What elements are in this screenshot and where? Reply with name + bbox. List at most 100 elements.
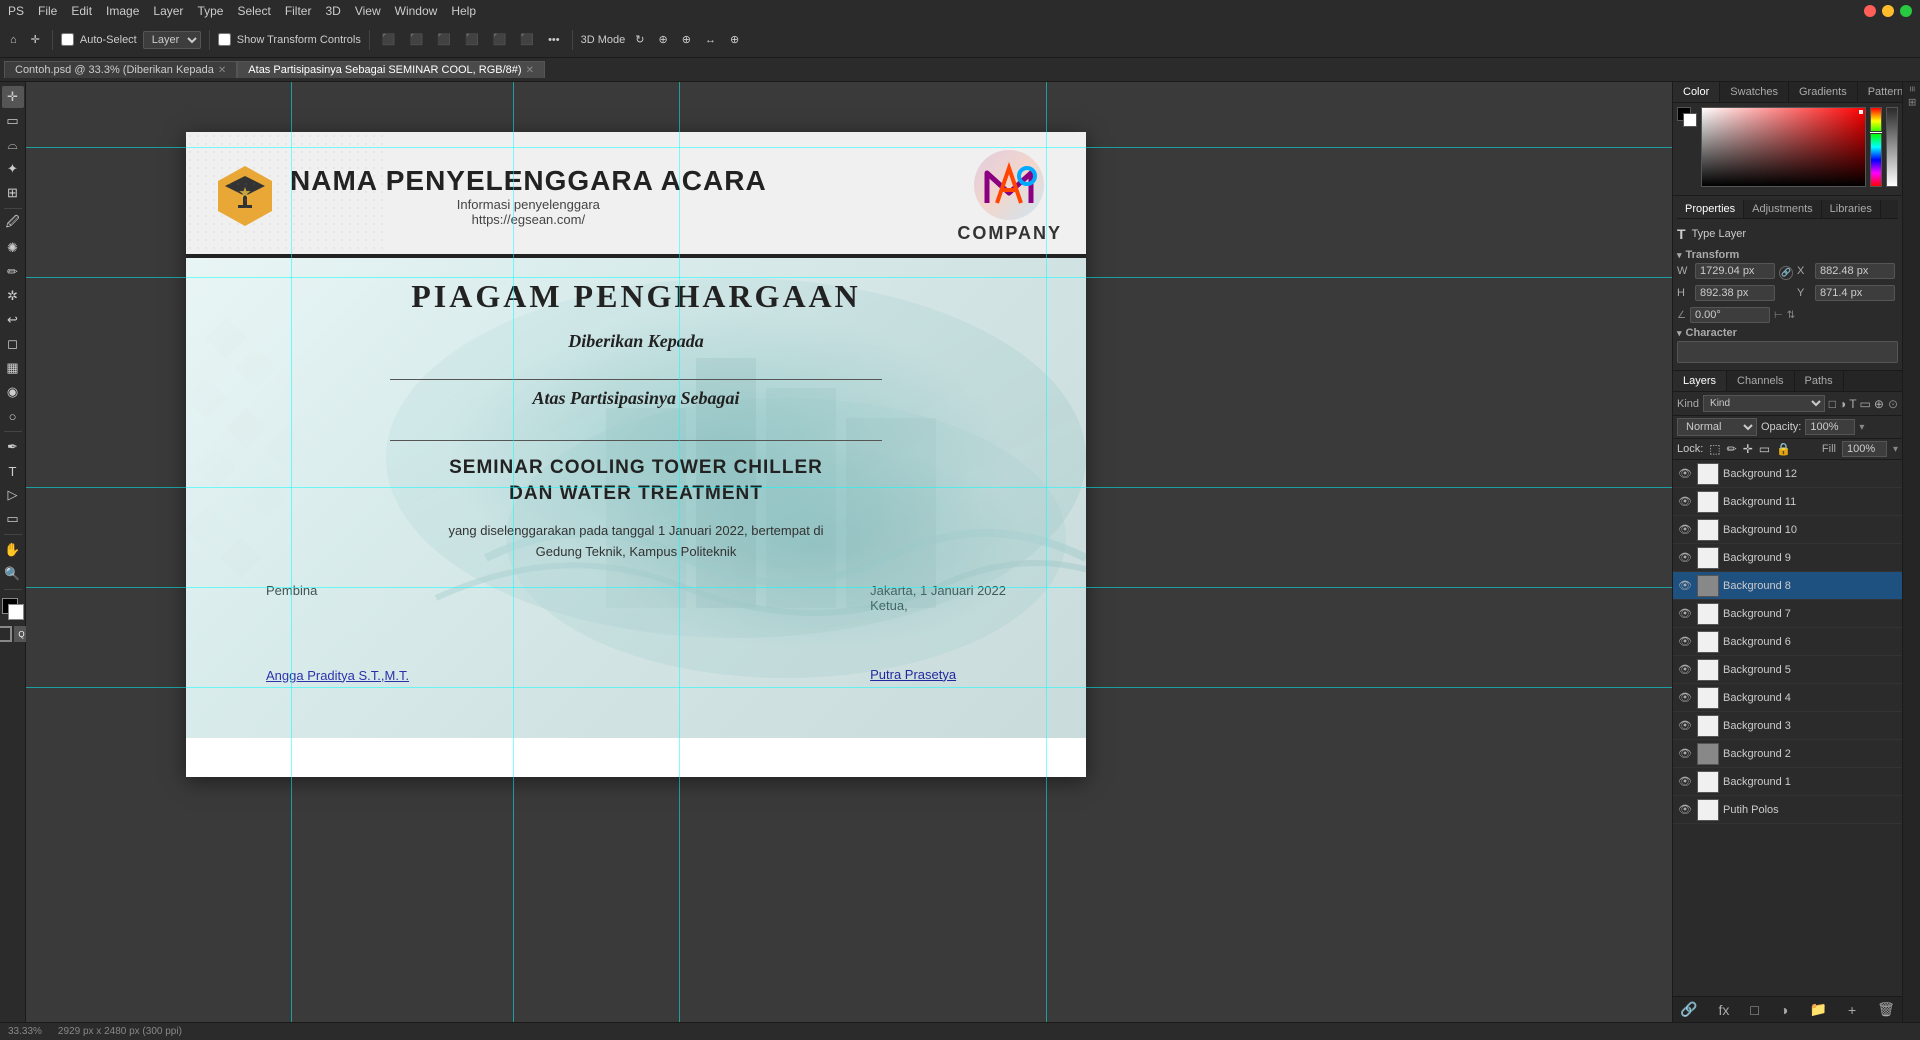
- canvas-area[interactable]: NAMA PENYELENGGARA ACARA Informasi penye…: [26, 82, 1672, 1022]
- layer-visibility-icon[interactable]: 👁: [1677, 494, 1693, 510]
- menu-select[interactable]: Select: [237, 4, 270, 18]
- history-btn[interactable]: ↩: [2, 309, 24, 331]
- lock-paint-icon[interactable]: ✏: [1727, 442, 1737, 456]
- lock-all-icon[interactable]: 🔒: [1776, 442, 1791, 456]
- layer-visibility-icon[interactable]: 👁: [1677, 606, 1693, 622]
- type-tool-btn[interactable]: T: [2, 460, 24, 482]
- tab-1-close[interactable]: ✕: [218, 65, 226, 76]
- layer-visibility-icon[interactable]: 👁: [1677, 802, 1693, 818]
- layer-item[interactable]: 👁Background 9: [1673, 544, 1902, 572]
- align-center-btn[interactable]: ⬛: [406, 31, 428, 48]
- menu-help[interactable]: Help: [451, 4, 476, 18]
- filter-adjust-icon[interactable]: ◑: [1839, 397, 1846, 411]
- layer-visibility-icon[interactable]: 👁: [1677, 746, 1693, 762]
- blur-btn[interactable]: ◉: [2, 381, 24, 403]
- gradient-picker[interactable]: [1701, 107, 1866, 187]
- layer-item[interactable]: 👁Putih Polos: [1673, 796, 1902, 824]
- layer-visibility-icon[interactable]: 👁: [1677, 634, 1693, 650]
- dodge-btn[interactable]: ○: [2, 405, 24, 427]
- crop-tool-btn[interactable]: ⊞: [2, 182, 24, 204]
- 3d-tool-4[interactable]: ↔: [701, 32, 720, 48]
- background-swatch[interactable]: [1683, 113, 1697, 127]
- background-color[interactable]: [8, 604, 24, 620]
- character-input[interactable]: [1677, 341, 1898, 363]
- blend-mode-select[interactable]: Normal: [1677, 418, 1757, 436]
- tab-properties[interactable]: Properties: [1677, 200, 1744, 218]
- auto-select-checkbox[interactable]: [61, 33, 74, 46]
- 3d-tool-5[interactable]: ⊕: [726, 31, 743, 48]
- brush-btn[interactable]: ✏: [2, 261, 24, 283]
- move-tool[interactable]: ✛: [27, 31, 44, 48]
- character-section-header[interactable]: Character: [1677, 327, 1898, 339]
- menu-3d[interactable]: 3D: [325, 4, 340, 18]
- align-right-btn[interactable]: ⬛: [433, 31, 455, 48]
- layers-tab-paths[interactable]: Paths: [1795, 371, 1844, 391]
- x-input[interactable]: [1815, 263, 1895, 279]
- kind-select[interactable]: Kind: [1703, 395, 1825, 412]
- tab-swatches[interactable]: Swatches: [1720, 82, 1789, 102]
- filter-pixel-icon[interactable]: □: [1829, 397, 1836, 411]
- layer-effects-btn[interactable]: fx: [1715, 1001, 1732, 1019]
- 3d-tool-3[interactable]: ⊕: [678, 31, 695, 48]
- layer-item[interactable]: 👁Background 11: [1673, 488, 1902, 516]
- minimize-button[interactable]: [1882, 5, 1894, 17]
- tab-patterns[interactable]: Patterns: [1858, 82, 1902, 102]
- layer-item[interactable]: 👁Background 8: [1673, 572, 1902, 600]
- group-btn[interactable]: 📁: [1806, 1000, 1829, 1019]
- opacity-arrow[interactable]: ▾: [1859, 422, 1864, 433]
- filter-toggle-icon[interactable]: ⊙: [1888, 397, 1898, 411]
- home-tool[interactable]: ⌂: [6, 32, 21, 48]
- menu-edit[interactable]: Edit: [71, 4, 92, 18]
- h-input[interactable]: [1695, 285, 1775, 301]
- hand-tool-btn[interactable]: ✋: [2, 539, 24, 561]
- menu-type[interactable]: Type: [197, 4, 223, 18]
- path-select-btn[interactable]: ▷: [2, 484, 24, 506]
- tab-color[interactable]: Color: [1673, 82, 1720, 102]
- layer-item[interactable]: 👁Background 6: [1673, 628, 1902, 656]
- tab-1[interactable]: Contoh.psd @ 33.3% (Diberikan Kepada ✕: [4, 61, 237, 78]
- lock-move-icon[interactable]: ✛: [1743, 442, 1753, 456]
- layer-item[interactable]: 👁Background 12: [1673, 460, 1902, 488]
- strip-icon-1[interactable]: ≡: [1906, 86, 1917, 92]
- lock-artboard-icon[interactable]: ▭: [1759, 442, 1770, 456]
- eraser-btn[interactable]: ◻: [2, 333, 24, 355]
- layer-visibility-icon[interactable]: 👁: [1677, 774, 1693, 790]
- transform-section-header[interactable]: Transform: [1677, 249, 1898, 261]
- delete-layer-btn[interactable]: 🗑: [1874, 1000, 1898, 1019]
- mask-btn[interactable]: □: [1747, 1001, 1761, 1019]
- layer-item[interactable]: 👁Background 4: [1673, 684, 1902, 712]
- menu-filter[interactable]: Filter: [285, 4, 312, 18]
- layer-item[interactable]: 👁Background 10: [1673, 516, 1902, 544]
- hue-slider[interactable]: [1870, 107, 1882, 187]
- maximize-button[interactable]: [1900, 5, 1912, 17]
- alpha-slider[interactable]: [1886, 107, 1898, 187]
- menu-file[interactable]: File: [38, 4, 57, 18]
- new-layer-btn[interactable]: +: [1845, 1001, 1859, 1019]
- filter-smart-icon[interactable]: ⊕: [1874, 397, 1884, 411]
- link-layers-btn[interactable]: 🔗: [1677, 1000, 1700, 1019]
- layers-tab-channels[interactable]: Channels: [1727, 371, 1794, 391]
- layer-item[interactable]: 👁Background 1: [1673, 768, 1902, 796]
- layers-tab-layers[interactable]: Layers: [1673, 371, 1727, 391]
- zoom-tool-btn[interactable]: 🔍: [2, 563, 24, 585]
- show-transform-checkbox[interactable]: [218, 33, 231, 46]
- w-input[interactable]: [1695, 263, 1775, 279]
- layer-visibility-icon[interactable]: 👁: [1677, 466, 1693, 482]
- tab-adjustments[interactable]: Adjustments: [1744, 200, 1822, 218]
- shape-tool-btn[interactable]: ▭: [2, 508, 24, 530]
- eyedropper-btn[interactable]: 🖉: [2, 213, 24, 235]
- color-swatch-area[interactable]: [2, 598, 24, 620]
- tab-2-close[interactable]: ✕: [526, 65, 534, 76]
- layer-item[interactable]: 👁Background 5: [1673, 656, 1902, 684]
- 3d-tool-1[interactable]: ↻: [631, 31, 648, 48]
- quick-select-btn[interactable]: ✦: [2, 158, 24, 180]
- pen-tool-btn[interactable]: ✒: [2, 436, 24, 458]
- layer-visibility-icon[interactable]: 👁: [1677, 690, 1693, 706]
- opacity-input[interactable]: [1805, 419, 1855, 435]
- fill-input[interactable]: [1842, 441, 1887, 457]
- strip-icon-2[interactable]: ⊞: [1906, 98, 1917, 106]
- menu-window[interactable]: Window: [395, 4, 438, 18]
- y-input[interactable]: [1815, 285, 1895, 301]
- layers-list[interactable]: 👁Background 12👁Background 11👁Background …: [1673, 460, 1902, 996]
- align-bottom-btn[interactable]: ⬛: [516, 31, 538, 48]
